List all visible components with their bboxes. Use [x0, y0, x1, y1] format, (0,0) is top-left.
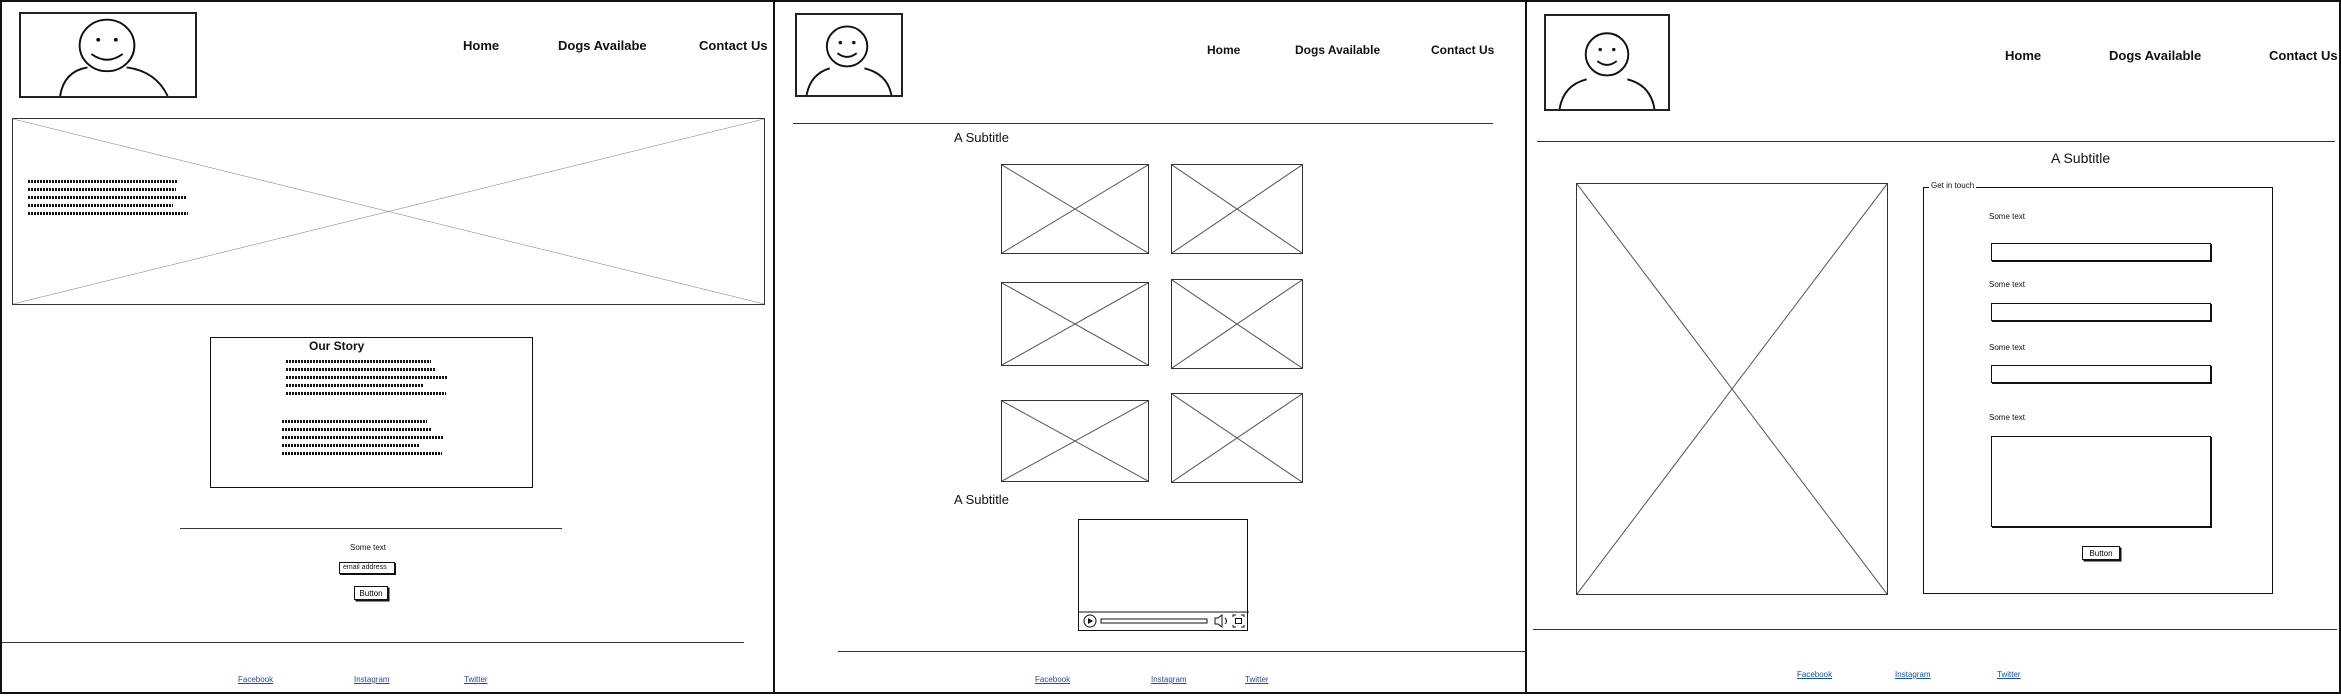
form-submit-button[interactable]: Button — [2082, 546, 2120, 560]
fieldset-legend: Get in touch — [1929, 181, 1977, 190]
header-divider — [793, 123, 1493, 124]
subtitle-contact: A Subtitle — [2051, 150, 2111, 166]
form-label-2: Some text — [1989, 280, 2026, 289]
footer-link-facebook[interactable]: Facebook — [1797, 670, 1832, 679]
signup-button[interactable]: Button — [354, 586, 388, 600]
our-story-text-2 — [282, 420, 447, 460]
nav-dogs-available[interactable]: Dogs Available — [2109, 48, 2201, 63]
form-label-4: Some text — [1989, 413, 2026, 422]
image-placeholder-icon — [1577, 184, 1887, 594]
dog-image-4[interactable] — [1171, 279, 1303, 369]
nav-home[interactable]: Home — [2005, 48, 2041, 63]
image-placeholder-icon — [1172, 280, 1302, 368]
nav-home[interactable]: Home — [463, 38, 499, 53]
nav-home[interactable]: Home — [1207, 43, 1240, 57]
divider — [180, 528, 562, 529]
our-story-text-1 — [286, 360, 451, 400]
footer-link-twitter[interactable]: Twitter — [1997, 670, 2021, 679]
wireframe-contact-page: Home Dogs Available Contact Us A Subtitl… — [1525, 0, 2341, 694]
footer-link-facebook[interactable]: Facebook — [1035, 675, 1070, 684]
header-divider — [1537, 141, 2335, 142]
form-label-3: Some text — [1989, 343, 2026, 352]
form-textarea[interactable] — [1991, 436, 2211, 527]
form-input-3[interactable] — [1991, 365, 2211, 383]
video-player[interactable] — [1078, 519, 1249, 631]
form-input-1[interactable] — [1991, 243, 2211, 261]
contact-image-placeholder — [1576, 183, 1888, 595]
smiley-logo-icon[interactable] — [1544, 14, 1670, 111]
subtitle-video: A Subtitle — [954, 492, 1009, 507]
footer-link-twitter[interactable]: Twitter — [464, 675, 488, 684]
nav-dogs-available[interactable]: Dogs Available — [1295, 43, 1380, 57]
hero-text-placeholder — [28, 180, 193, 220]
wireframe-dogs-page: Home Dogs Available Contact Us A Subtitl… — [773, 0, 1527, 694]
image-placeholder-icon — [1002, 283, 1148, 365]
fullscreen-icon[interactable] — [1232, 614, 1245, 628]
smiley-logo-icon[interactable] — [19, 12, 197, 98]
form-input-2[interactable] — [1991, 303, 2211, 321]
dog-image-2[interactable] — [1171, 164, 1303, 254]
video-progress-bar[interactable] — [1100, 618, 1208, 624]
smiley-logo-icon[interactable] — [795, 13, 903, 97]
footer-link-facebook[interactable]: Facebook — [238, 675, 273, 684]
dog-image-6[interactable] — [1171, 393, 1303, 483]
nav-dogs-available[interactable]: Dogs Availabe — [558, 38, 647, 53]
footer-divider — [838, 651, 1525, 652]
nav-contact-us[interactable]: Contact Us — [699, 38, 768, 53]
image-placeholder-icon — [1002, 401, 1148, 481]
dog-image-1[interactable] — [1001, 164, 1149, 254]
image-placeholder-icon — [1172, 165, 1302, 253]
nav-contact-us[interactable]: Contact Us — [2269, 48, 2338, 63]
subtitle-dogs: A Subtitle — [954, 130, 1009, 145]
footer-divider — [2, 642, 744, 643]
dog-image-3[interactable] — [1001, 282, 1149, 366]
wireframe-home-page: Home Dogs Availabe Contact Us Our Story … — [0, 0, 775, 694]
image-placeholder-icon — [1002, 165, 1148, 253]
footer-link-instagram[interactable]: Instagram — [354, 675, 390, 684]
image-placeholder-icon — [1172, 394, 1302, 482]
email-address-field[interactable]: email address — [339, 562, 395, 574]
form-label-1: Some text — [1989, 212, 2026, 221]
video-play-icon[interactable] — [1083, 614, 1097, 628]
footer-link-instagram[interactable]: Instagram — [1895, 670, 1931, 679]
footer-link-twitter[interactable]: Twitter — [1245, 675, 1269, 684]
volume-icon[interactable] — [1214, 614, 1227, 628]
our-story-title: Our Story — [309, 339, 365, 353]
dog-image-5[interactable] — [1001, 400, 1149, 482]
nav-contact-us[interactable]: Contact Us — [1431, 43, 1494, 57]
footer-divider — [1533, 629, 2337, 630]
signup-text: Some text — [350, 543, 387, 552]
footer-link-instagram[interactable]: Instagram — [1151, 675, 1187, 684]
